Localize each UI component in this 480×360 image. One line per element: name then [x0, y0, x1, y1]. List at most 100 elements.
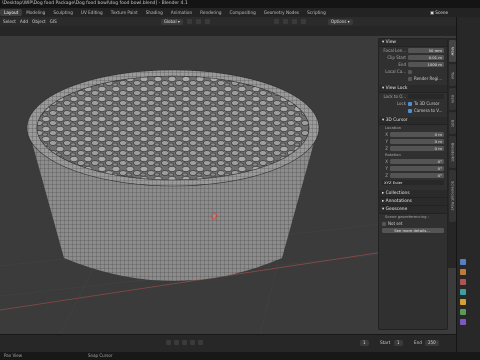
scene-properties-icon — [460, 279, 466, 285]
options-label: Options — [330, 18, 347, 24]
panel-3d-cursor-title: 3D Cursor — [385, 118, 408, 123]
panel-annotations-header[interactable]: ▸ Annotations — [379, 198, 447, 206]
clip-start-field[interactable]: 0.01 m — [408, 54, 444, 61]
geo-not-set-row: Not set — [379, 220, 447, 227]
focal-length-label: Focal Len... — [383, 48, 406, 53]
tab-texture-paint[interactable]: Texture Paint — [107, 9, 142, 16]
panel-collections-header[interactable]: ▸ Collections — [379, 190, 447, 198]
cursor-rot-y-field[interactable]: 0° — [390, 165, 444, 172]
render-region-checkbox[interactable] — [408, 76, 412, 81]
axis-z-label: Z — [385, 146, 388, 151]
local-camera-row: Local Ca... — [379, 68, 447, 75]
material-properties-icon — [460, 319, 466, 325]
frame-start-field[interactable]: 1 — [394, 340, 403, 346]
clip-end-field[interactable]: 1000 m — [408, 61, 444, 68]
tab-shading[interactable]: Shading — [142, 9, 167, 16]
jump-end-icon[interactable] — [198, 340, 203, 345]
menu-gis[interactable]: GIS — [50, 19, 57, 24]
cursor-loc-z-row: Z 0 m — [379, 145, 447, 152]
to-3d-cursor-label: To 3D Cursor — [414, 101, 440, 106]
panel-view-header[interactable]: ▾ View — [379, 39, 447, 47]
properties-editor-strip — [456, 17, 480, 360]
playback-controls — [166, 340, 203, 345]
tab-geometry-nodes[interactable]: Geometry Nodes — [260, 9, 303, 16]
tab-compositing[interactable]: Compositing — [226, 9, 260, 16]
panel-view-title: View — [385, 40, 397, 45]
tab-animation[interactable]: Animation — [167, 9, 196, 16]
sidebar-tab-item[interactable]: Item — [448, 88, 456, 110]
focal-length-row: Focal Len... 50 mm — [379, 47, 447, 54]
rotation-mode-dropdown[interactable]: XYZ Euler — [382, 179, 444, 186]
cursor-rot-z-field[interactable]: 0° — [390, 172, 444, 179]
workspace-tabs-bar: Layout Modeling Sculpting UV Editing Tex… — [0, 8, 480, 17]
sidebar-tab-screencast-keys[interactable]: Screencast Keys — [448, 170, 456, 222]
shading-solid-icon[interactable] — [291, 19, 297, 24]
tab-modeling[interactable]: Modeling — [22, 9, 49, 16]
play-icon[interactable] — [182, 340, 187, 345]
cursor-loc-y-field[interactable]: 0 m — [390, 138, 444, 145]
snap-icon[interactable] — [195, 19, 201, 24]
lock-label: Lock — [396, 101, 406, 106]
tab-sculpting[interactable]: Sculpting — [49, 9, 77, 16]
render-region-row: Render Regi... — [379, 75, 447, 82]
options-dropdown[interactable]: Options ▾ — [327, 18, 353, 25]
orientation-value: Global — [163, 18, 177, 24]
window-title-bar: \Desktop\WIP\Dog food Package\Dog food b… — [0, 0, 480, 8]
cursor-loc-x-field[interactable]: 0 m — [390, 131, 444, 138]
scene-selector[interactable]: ▣ Scene — [430, 10, 448, 15]
status-bar: Pan View Snap Cursor — [0, 352, 480, 360]
sidebar-tab-view[interactable]: View — [448, 40, 456, 62]
next-keyframe-icon[interactable] — [190, 340, 195, 345]
panel-3d-cursor-header[interactable]: ▾ 3D Cursor — [379, 117, 447, 125]
timeline-bar: 1 Start 1 End 250 — [0, 334, 456, 352]
menu-add[interactable]: Add — [20, 19, 28, 24]
panel-annotations-title: Annotations — [385, 199, 412, 204]
menu-select[interactable]: Select — [3, 19, 16, 24]
camera-to-view-label: Camera to V... — [414, 108, 443, 113]
clip-end-label: End — [398, 62, 406, 67]
axis-x-label: X — [385, 132, 388, 137]
local-camera-checkbox[interactable] — [408, 69, 412, 74]
proportional-edit-icon[interactable] — [204, 19, 210, 24]
sidebar-tab-blenderkit[interactable]: BlenderKit — [448, 136, 456, 168]
frame-end-field[interactable]: 250 — [425, 340, 439, 346]
local-camera-label: Local Ca... — [385, 69, 406, 74]
panel-geoscene-title: Geoscene — [385, 207, 408, 212]
mouse-hint-pan: Pan View — [4, 353, 22, 358]
clip-start-label: Clip Start — [387, 55, 406, 60]
render-region-label: Render Regi... — [414, 76, 443, 81]
geo-details-row: See more details... — [379, 227, 447, 234]
tab-uv-editing[interactable]: UV Editing — [77, 9, 107, 16]
panel-geoscene-header[interactable]: ▾ Geoscene — [379, 206, 447, 214]
cursor-loc-z-field[interactable]: 0 m — [390, 145, 444, 152]
sidebar-tab-edit[interactable]: Edit — [448, 112, 456, 134]
transform-orientation-dropdown[interactable]: Global ▾ — [160, 18, 183, 25]
sidebar-n-panel: ▾ View Focal Len... 50 mm Clip Start 0.0… — [378, 38, 448, 330]
camera-to-view-checkbox[interactable] — [408, 108, 412, 113]
see-more-details-button[interactable]: See more details... — [382, 227, 444, 234]
current-frame-field[interactable]: 1 — [360, 340, 369, 346]
viewport-header: Select Add Object GIS Global ▾ Options ▾ — [0, 17, 456, 26]
xray-icon[interactable] — [282, 19, 288, 24]
prev-keyframe-icon[interactable] — [174, 340, 179, 345]
overlay-icon[interactable] — [273, 19, 279, 24]
pivot-icon[interactable] — [186, 19, 192, 24]
sidebar-tab-tool[interactable]: Tool — [448, 64, 456, 86]
tab-layout[interactable]: Layout — [0, 9, 23, 16]
lock-3d-cursor-row: Lock To 3D Cursor — [379, 100, 447, 107]
kibble-pile-top — [61, 94, 285, 170]
cursor-rot-x-field[interactable]: 0° — [390, 158, 444, 165]
sidebar-tabs: View Tool Item Edit BlenderKit Screencas… — [448, 38, 456, 268]
jump-start-icon[interactable] — [166, 340, 171, 345]
mouse-hint-snap: Snap Cursor — [88, 353, 113, 358]
tab-rendering[interactable]: Rendering — [196, 9, 225, 16]
menu-object[interactable]: Object — [32, 19, 46, 24]
shading-material-icon[interactable] — [300, 19, 306, 24]
geo-checkbox[interactable] — [382, 221, 386, 226]
panel-view-lock-header[interactable]: ▾ View Lock — [379, 85, 447, 93]
to-3d-cursor-checkbox[interactable] — [408, 101, 412, 106]
lock-to-object-field[interactable] — [408, 93, 444, 100]
focal-length-field[interactable]: 50 mm — [408, 47, 444, 54]
tab-scripting[interactable]: Scripting — [303, 9, 330, 16]
clip-start-row: Clip Start 0.01 m — [379, 54, 447, 61]
